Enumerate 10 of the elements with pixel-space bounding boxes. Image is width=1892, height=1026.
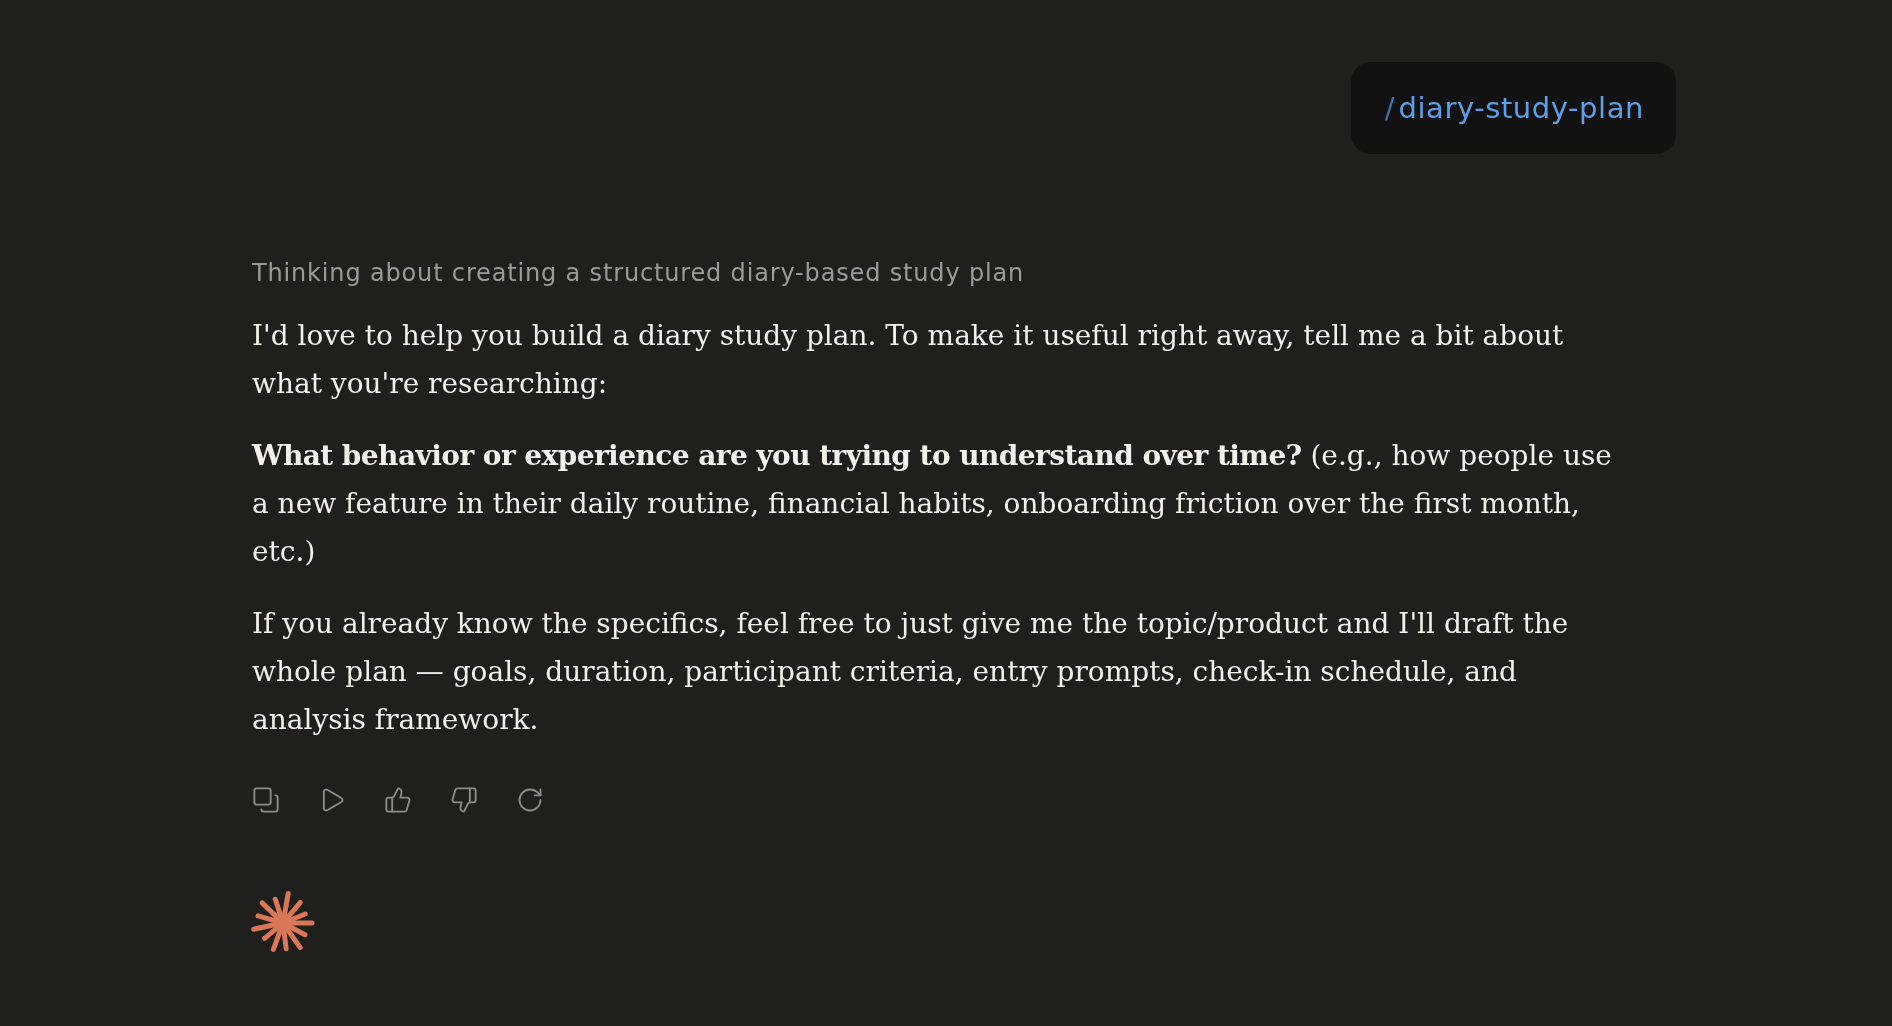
command-text: diary-study-plan <box>1398 90 1644 127</box>
response-paragraph: If you already know the specifics, feel free to just give me the topic/product and I'll draft the whole plan — goals, duration, participant criteria, entry prompts, check-in schedule, and analysis framework. <box>252 606 1570 738</box>
retry-icon <box>516 786 544 814</box>
thumbs-down-icon <box>450 786 478 814</box>
thumbs-up-icon <box>384 786 412 814</box>
response-paragraph: What behavior or experience are you trying to understand over time? (e.g., how people use a new feature in their daily routine, financial habits, onboarding friction over the first month, etc.) <box>252 438 1613 570</box>
command-slash: / <box>1384 90 1395 127</box>
response-paragraph: I'd love to help you build a diary study plan. To make it useful right away, tell me a bit about what you're researching: <box>252 318 1565 402</box>
copy-icon <box>252 786 280 814</box>
thinking-label[interactable]: Thinking about creating a structured diary-based study plan <box>252 258 1025 288</box>
